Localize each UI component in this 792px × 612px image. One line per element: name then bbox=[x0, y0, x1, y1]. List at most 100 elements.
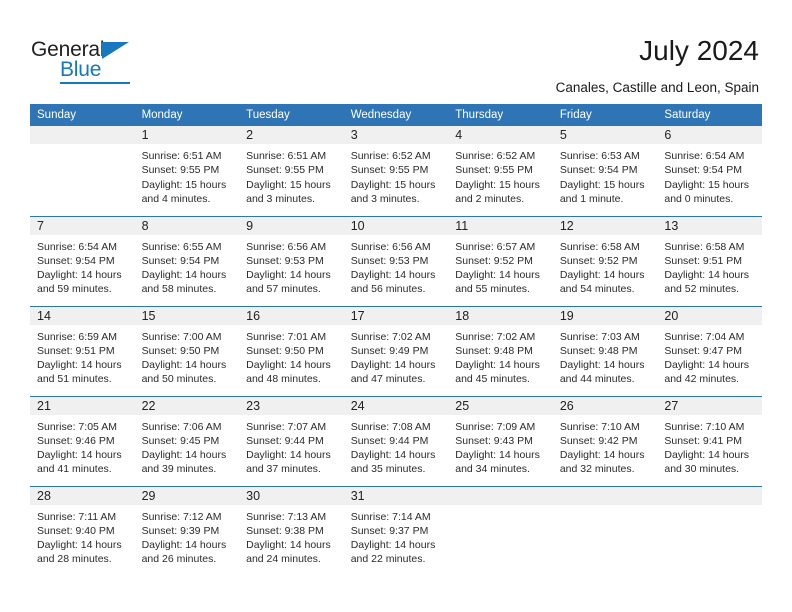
day-cell-content: 13 Sunrise: 6:58 AM Sunset: 9:51 PM Dayligh… bbox=[657, 216, 762, 306]
calendar-day-cell[interactable]: 7 Sunrise: 6:54 AM Sunset: 9:54 PM Daylight… bbox=[30, 215, 135, 306]
day-details: Sunrise: 6:52 AM Sunset: 9:55 PM Daylight:… bbox=[448, 144, 553, 206]
sunset-text: Sunset: 9:53 PM bbox=[246, 254, 324, 267]
calendar-day-cell[interactable]: 6 Sunrise: 6:54 AM Sunset: 9:54 PM Daylight… bbox=[657, 126, 762, 216]
sunrise-text: Sunrise: 7:05 AM bbox=[37, 420, 117, 433]
daylight-text-line1: Daylight: 14 hours bbox=[350, 359, 436, 372]
daylight-text-line1: Daylight: 14 hours bbox=[246, 269, 331, 282]
weekday-header-tuesday: Tuesday bbox=[239, 104, 344, 126]
calendar-day-cell[interactable]: 1 Sunrise: 6:51 AM Sunset: 9:55 PM Daylight… bbox=[134, 126, 240, 216]
sunrise-text: Sunrise: 7:03 AM bbox=[559, 330, 640, 343]
sunset-text: Sunset: 9:52 PM bbox=[455, 254, 533, 267]
calendar-day-cell[interactable]: 2 Sunrise: 6:51 AM Sunset: 9:55 PM Daylight… bbox=[239, 126, 344, 216]
day-cell-content: 11 Sunrise: 6:57 AM Sunset: 9:52 PM Dayligh… bbox=[448, 216, 553, 306]
day-number: 7 bbox=[30, 216, 135, 235]
daylight-text-line2: and 41 minutes. bbox=[37, 463, 112, 476]
calendar-day-cell[interactable]: 26 Sunrise: 7:10 AM Sunset: 9:42 PM Dayligh… bbox=[552, 395, 658, 486]
sunset-text: Sunset: 9:52 PM bbox=[559, 254, 638, 267]
daylight-text-line2: and 44 minutes. bbox=[559, 373, 635, 386]
daylight-text-line2: and 55 minutes. bbox=[455, 283, 530, 296]
day-details: Sunrise: 7:04 AM Sunset: 9:47 PM Daylight:… bbox=[657, 325, 762, 387]
day-number: 12 bbox=[552, 216, 658, 235]
day-cell-content: 3 Sunrise: 6:52 AM Sunset: 9:55 PM Daylight… bbox=[343, 126, 449, 216]
calendar-day-cell[interactable]: 23 Sunrise: 7:07 AM Sunset: 9:44 PM Dayligh… bbox=[239, 395, 344, 486]
day-number: 2 bbox=[239, 126, 344, 144]
day-number: 19 bbox=[552, 306, 658, 325]
weekday-header-saturday: Saturday bbox=[657, 104, 762, 126]
day-details: Sunrise: 6:56 AM Sunset: 9:53 PM Daylight:… bbox=[239, 235, 344, 297]
daylight-text-line2: and 37 minutes. bbox=[246, 463, 321, 476]
day-number: 4 bbox=[448, 126, 553, 144]
day-number: 17 bbox=[343, 306, 449, 325]
day-cell-content: 20 Sunrise: 7:04 AM Sunset: 9:47 PM Dayligh… bbox=[657, 306, 762, 396]
calendar-day-cell[interactable]: 30 Sunrise: 7:13 AM Sunset: 9:38 PM Dayligh… bbox=[239, 485, 344, 577]
day-cell-content: 26 Sunrise: 7:10 AM Sunset: 9:42 PM Dayligh… bbox=[552, 396, 658, 486]
day-cell-content bbox=[552, 486, 658, 577]
calendar-day-cell[interactable]: 25 Sunrise: 7:09 AM Sunset: 9:43 PM Dayligh… bbox=[448, 395, 553, 486]
calendar-day-cell[interactable]: 24 Sunrise: 7:08 AM Sunset: 9:44 PM Dayligh… bbox=[343, 395, 449, 486]
day-details: Sunrise: 7:05 AM Sunset: 9:46 PM Daylight:… bbox=[30, 415, 135, 477]
daylight-text-line2: and 22 minutes. bbox=[350, 553, 426, 566]
daylight-text-line2: and 57 minutes. bbox=[246, 283, 321, 296]
daylight-text-line1: Daylight: 15 hours bbox=[664, 178, 750, 191]
day-number: 27 bbox=[657, 396, 762, 415]
page-header: General Blue July 2024 Canales, Castille… bbox=[0, 0, 792, 104]
sunrise-text: Sunrise: 6:51 AM bbox=[246, 150, 327, 162]
calendar-body: 1 Sunrise: 6:51 AM Sunset: 9:55 PM Daylight… bbox=[30, 126, 762, 576]
day-number bbox=[657, 486, 762, 505]
daylight-text-line2: and 32 minutes. bbox=[559, 463, 635, 476]
calendar-day-cell[interactable]: 3 Sunrise: 6:52 AM Sunset: 9:55 PM Daylight… bbox=[343, 126, 449, 216]
daylight-text-line1: Daylight: 14 hours bbox=[141, 269, 227, 282]
day-number: 24 bbox=[343, 396, 449, 415]
calendar-day-cell[interactable]: 16 Sunrise: 7:01 AM Sunset: 9:50 PM Dayligh… bbox=[239, 305, 344, 396]
calendar-day-cell[interactable]: 31 Sunrise: 7:14 AM Sunset: 9:37 PM Dayligh… bbox=[343, 485, 449, 576]
day-details: Sunrise: 6:55 AM Sunset: 9:54 PM Daylight:… bbox=[135, 235, 240, 297]
sunrise-text: Sunrise: 6:52 AM bbox=[350, 150, 431, 162]
calendar-day-cell[interactable]: 8 Sunrise: 6:55 AM Sunset: 9:54 PM Daylight… bbox=[134, 215, 240, 306]
calendar-day-cell[interactable]: 17 Sunrise: 7:02 AM Sunset: 9:49 PM Dayligh… bbox=[343, 305, 449, 396]
general-blue-logo[interactable]: General Blue bbox=[31, 38, 171, 84]
sunset-text: Sunset: 9:50 PM bbox=[141, 344, 220, 357]
calendar-day-cell[interactable]: 29 Sunrise: 7:12 AM Sunset: 9:39 PM Dayligh… bbox=[134, 485, 240, 576]
calendar-day-cell[interactable]: 4 Sunrise: 6:52 AM Sunset: 9:55 PM Daylight… bbox=[448, 126, 553, 216]
sunset-text: Sunset: 9:47 PM bbox=[664, 344, 743, 357]
calendar-day-cell[interactable]: 21 Sunrise: 7:05 AM Sunset: 9:46 PM Dayligh… bbox=[30, 395, 135, 486]
calendar-day-cell[interactable]: 18 Sunrise: 7:02 AM Sunset: 9:48 PM Dayligh… bbox=[448, 305, 553, 396]
daylight-text-line1: Daylight: 14 hours bbox=[37, 269, 122, 282]
day-details: Sunrise: 6:51 AM Sunset: 9:55 PM Daylight:… bbox=[135, 144, 240, 206]
calendar-day-cell[interactable]: 14 Sunrise: 6:59 AM Sunset: 9:51 PM Dayligh… bbox=[30, 305, 135, 396]
weekday-header-friday: Friday bbox=[552, 104, 658, 126]
daylight-text-line2: and 39 minutes. bbox=[141, 463, 217, 476]
sunset-text: Sunset: 9:53 PM bbox=[350, 254, 429, 267]
sunrise-text: Sunrise: 6:58 AM bbox=[559, 240, 640, 253]
sunset-text: Sunset: 9:44 PM bbox=[350, 434, 429, 447]
daylight-text-line1: Daylight: 14 hours bbox=[455, 449, 540, 462]
calendar-day-cell[interactable]: 20 Sunrise: 7:04 AM Sunset: 9:47 PM Dayligh… bbox=[657, 305, 762, 396]
day-number: 31 bbox=[343, 486, 449, 505]
weekday-header-monday: Monday bbox=[134, 104, 240, 126]
calendar-day-cell[interactable]: 13 Sunrise: 6:58 AM Sunset: 9:51 PM Dayligh… bbox=[657, 215, 762, 306]
calendar-day-cell[interactable]: 10 Sunrise: 6:56 AM Sunset: 9:53 PM Dayligh… bbox=[343, 215, 449, 306]
calendar-day-cell[interactable]: 22 Sunrise: 7:06 AM Sunset: 9:45 PM Dayligh… bbox=[134, 395, 240, 486]
sunrise-text: Sunrise: 6:59 AM bbox=[37, 330, 117, 343]
calendar-day-cell[interactable]: 5 Sunrise: 6:53 AM Sunset: 9:54 PM Daylight… bbox=[552, 126, 658, 216]
calendar-day-cell[interactable]: 19 Sunrise: 7:03 AM Sunset: 9:48 PM Dayligh… bbox=[552, 305, 658, 396]
calendar-day-cell[interactable]: 12 Sunrise: 6:58 AM Sunset: 9:52 PM Dayligh… bbox=[552, 215, 658, 306]
daylight-text-line2: and 48 minutes. bbox=[246, 373, 321, 386]
day-details: Sunrise: 7:10 AM Sunset: 9:42 PM Daylight:… bbox=[553, 415, 658, 477]
calendar-day-cell[interactable]: 11 Sunrise: 6:57 AM Sunset: 9:52 PM Dayligh… bbox=[448, 215, 553, 306]
day-cell-content: 30 Sunrise: 7:13 AM Sunset: 9:38 PM Dayligh… bbox=[239, 486, 344, 577]
day-cell-content: 1 Sunrise: 6:51 AM Sunset: 9:55 PM Daylight… bbox=[134, 126, 240, 216]
triangle-icon bbox=[102, 42, 129, 59]
calendar-day-cell[interactable]: 15 Sunrise: 7:00 AM Sunset: 9:50 PM Dayligh… bbox=[134, 305, 240, 396]
day-details: Sunrise: 7:11 AM Sunset: 9:40 PM Daylight:… bbox=[30, 505, 135, 567]
sunset-text: Sunset: 9:40 PM bbox=[37, 524, 115, 537]
calendar-day-cell[interactable]: 28 Sunrise: 7:11 AM Sunset: 9:40 PM Dayligh… bbox=[30, 485, 135, 576]
calendar-day-cell[interactable]: 9 Sunrise: 6:56 AM Sunset: 9:53 PM Daylight… bbox=[239, 215, 344, 306]
daylight-text-line2: and 42 minutes. bbox=[664, 373, 740, 386]
sunset-text: Sunset: 9:55 PM bbox=[141, 164, 220, 177]
day-cell-content: 23 Sunrise: 7:07 AM Sunset: 9:44 PM Dayligh… bbox=[239, 396, 344, 486]
day-details: Sunrise: 6:57 AM Sunset: 9:52 PM Daylight:… bbox=[448, 235, 553, 297]
sunset-text: Sunset: 9:38 PM bbox=[246, 524, 324, 537]
day-number bbox=[30, 126, 135, 144]
calendar-day-cell[interactable]: 27 Sunrise: 7:10 AM Sunset: 9:41 PM Dayligh… bbox=[657, 395, 762, 486]
